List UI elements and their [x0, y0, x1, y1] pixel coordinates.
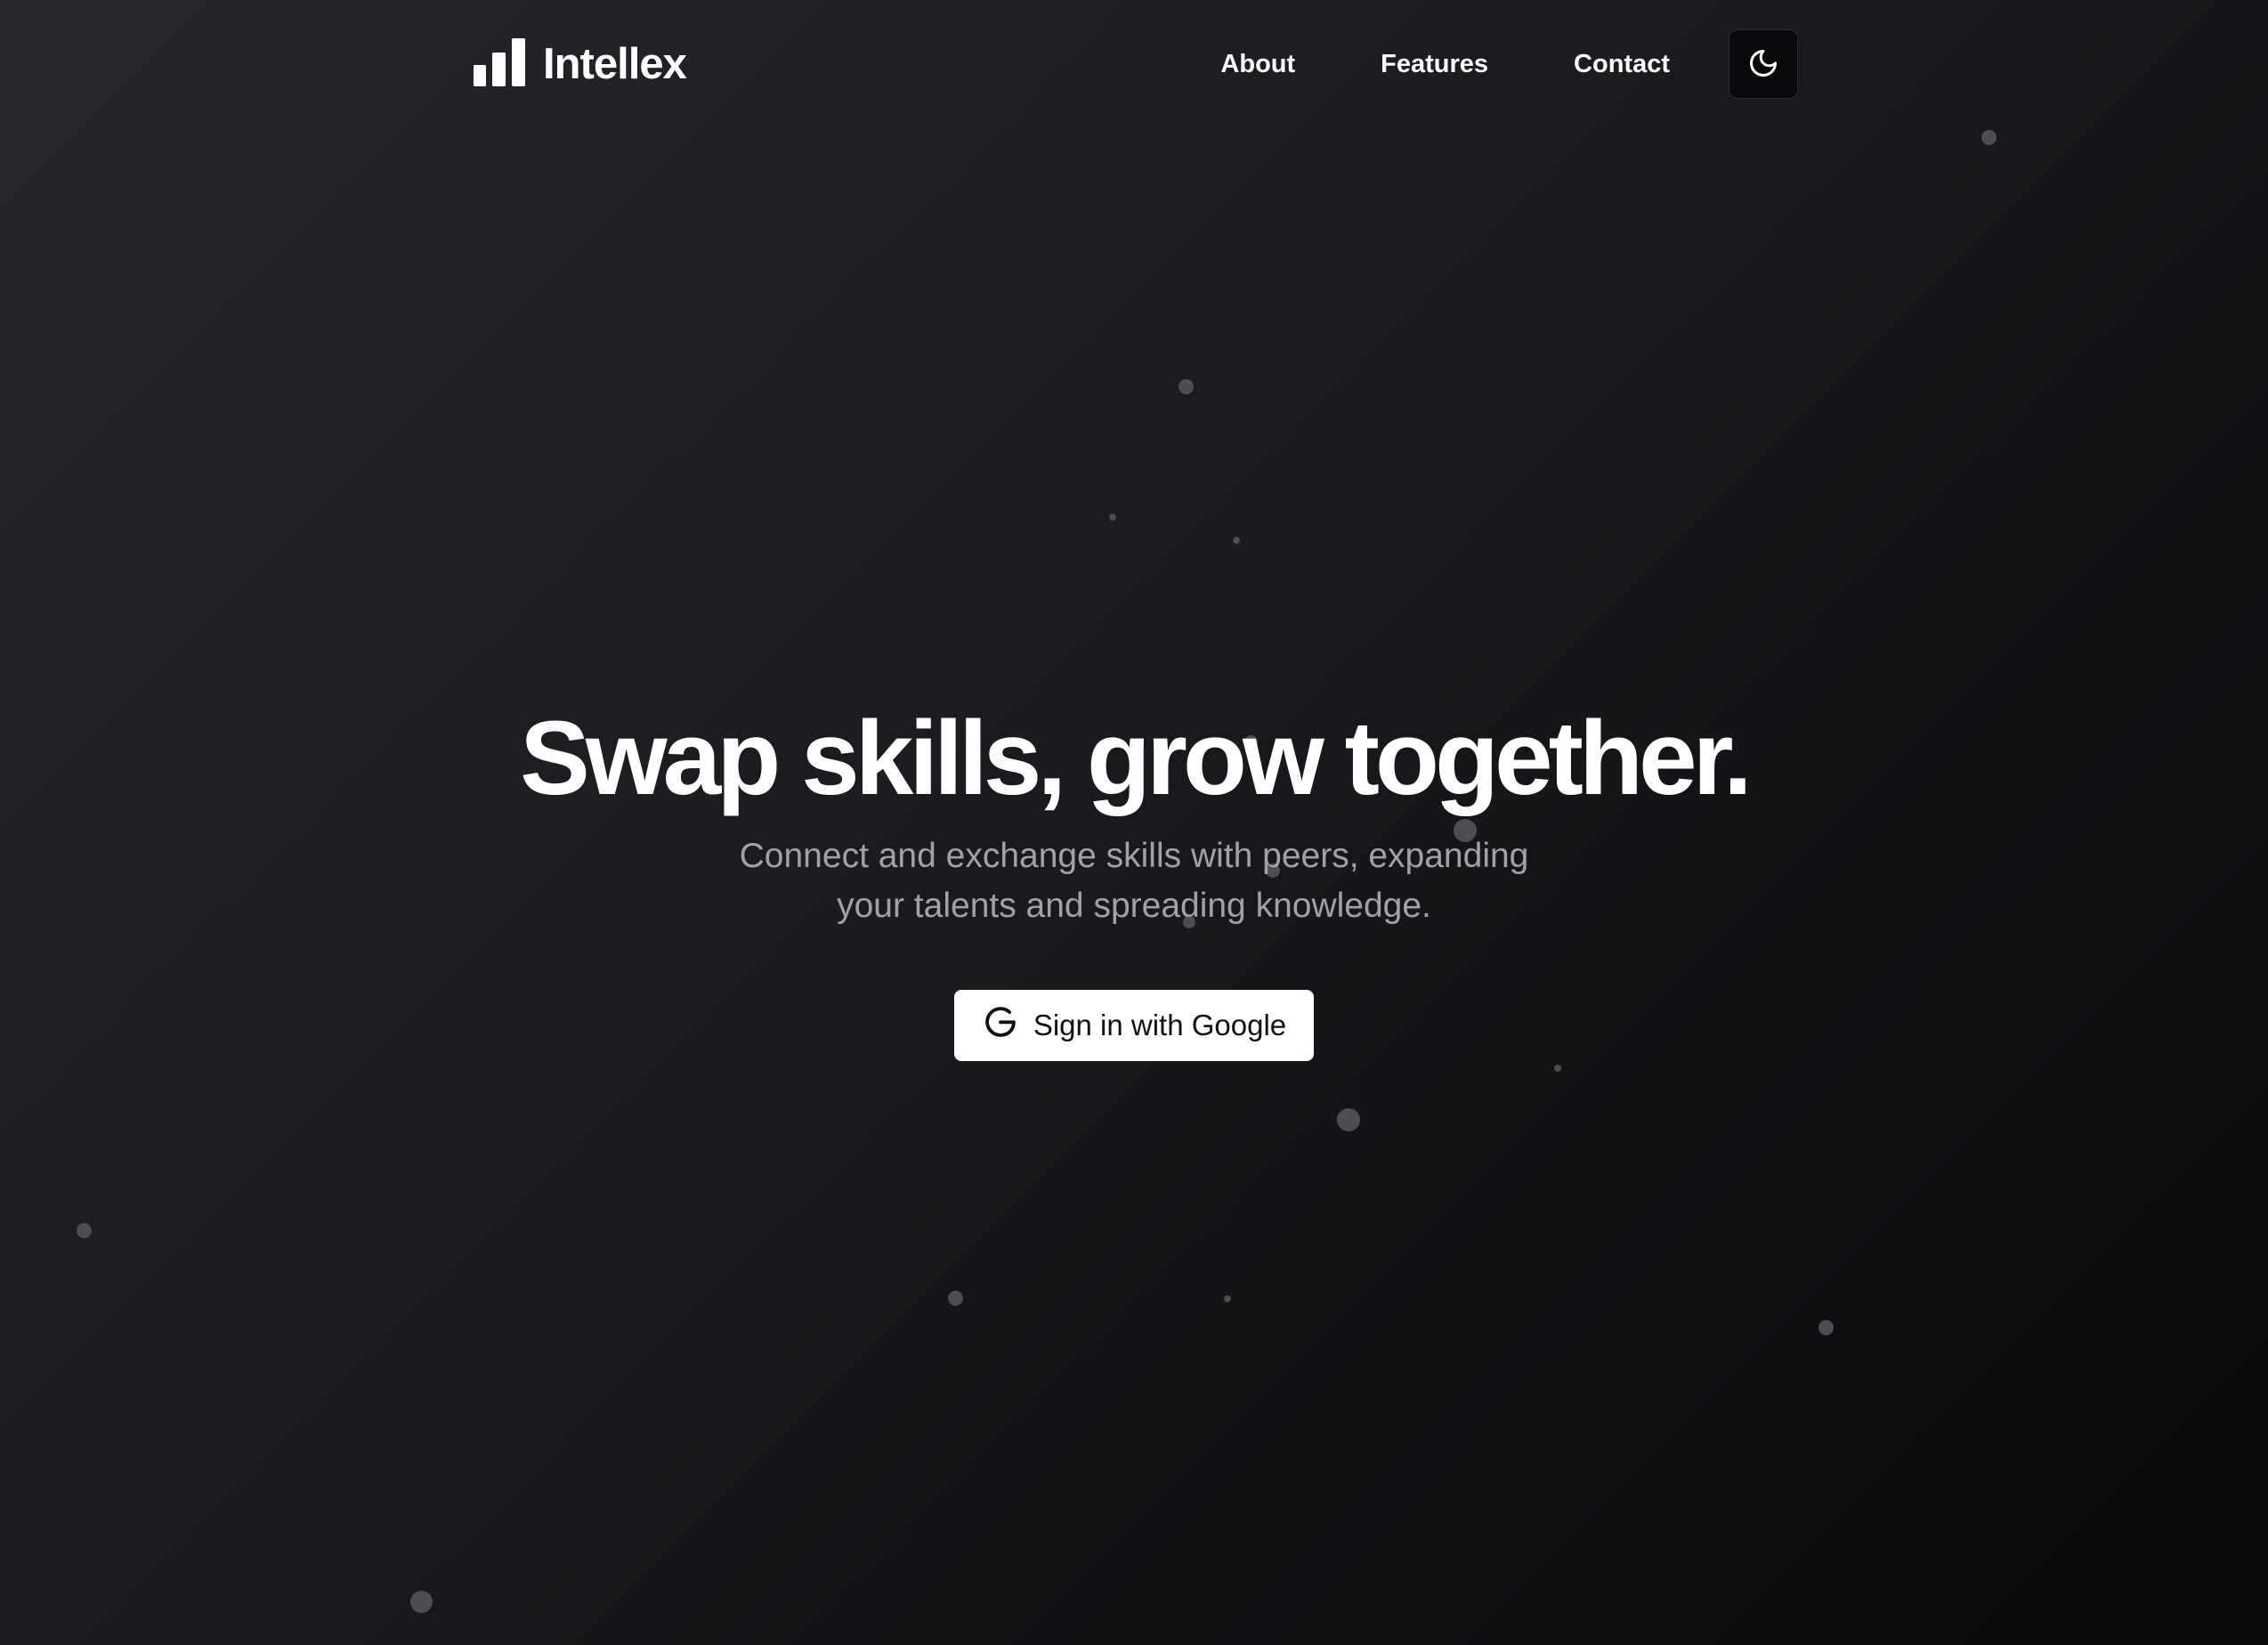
particle-dot	[1818, 1320, 1834, 1335]
particle-dot	[410, 1591, 433, 1613]
particle-dot	[1337, 1108, 1360, 1131]
main-nav: About Features Contact	[1220, 29, 1798, 99]
nav-link-contact[interactable]: Contact	[1574, 50, 1670, 79]
google-sign-in-label: Sign in with Google	[1033, 1009, 1287, 1041]
nav-link-about[interactable]: About	[1220, 50, 1295, 79]
nav-link-features[interactable]: Features	[1381, 50, 1488, 79]
moon-icon	[1747, 47, 1779, 82]
particle-dot	[1554, 1065, 1561, 1072]
particle-dot	[77, 1223, 92, 1238]
brand-logo-link[interactable]: Intellex	[474, 37, 687, 91]
particle-dot	[1981, 130, 1997, 145]
particle-dot	[1224, 1295, 1231, 1302]
bar-chart-icon	[474, 37, 525, 91]
google-sign-in-button[interactable]: Sign in with Google	[954, 990, 1314, 1061]
google-icon	[982, 1003, 1019, 1048]
hero-section: Swap skills, grow together. Connect and …	[0, 696, 2268, 1061]
brand-name: Intellex	[543, 40, 687, 88]
particle-dot	[1179, 379, 1194, 394]
theme-toggle-button[interactable]	[1729, 29, 1798, 99]
hero-subtitle: Connect and exchange skills with peers, …	[739, 837, 1529, 925]
particle-dot	[1233, 537, 1240, 544]
particle-dot	[1109, 514, 1116, 521]
landing-page: Intellex About Features Contact Swap ski…	[0, 0, 2268, 1645]
particle-dot	[948, 1291, 963, 1306]
top-navbar: Intellex About Features Contact	[474, 27, 1798, 101]
hero-title: Swap skills, grow together.	[520, 700, 1753, 817]
